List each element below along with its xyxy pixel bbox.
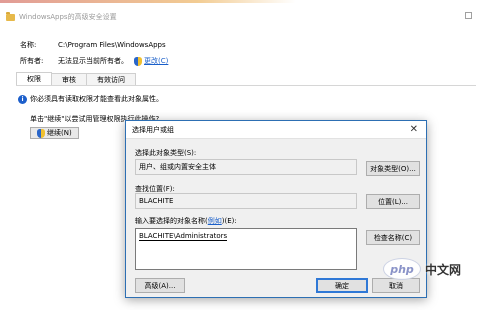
folder-icon [6,11,15,21]
check-names-button[interactable]: 检查名称(C) [366,230,420,245]
select-users-dialog: 选择用户或组 ✕ 选择此对象类型(S): 用户、组或内置安全主体 对象类型(O)… [125,120,427,298]
owner-value: 无法显示当前所有者。 [58,57,128,65]
object-types-button[interactable]: 对象类型(O)... [366,161,420,176]
name-row: 名称: C:\Program Files\WindowsApps [20,40,166,50]
ok-button[interactable]: 确定 [316,278,368,293]
maximize-icon[interactable] [465,12,472,19]
object-names-label: 输入要选择的对象名称(例如)(E): [135,216,237,226]
tab-divider [16,85,476,86]
object-type-value: 用户、组或内置安全主体 [139,163,216,171]
continue-button-label: 继续(N) [47,129,72,137]
watermark-site-text: 中文网 [425,262,462,277]
change-owner-link[interactable]: 更改(C) [144,56,168,66]
object-type-field: 用户、组或内置安全主体 [135,159,357,175]
object-type-label: 选择此对象类型(S): [135,149,197,157]
owner-row: 所有者: 无法显示当前所有者。 更改(C) [20,56,168,66]
object-names-input[interactable]: BLACHITE\Administrators [135,228,357,270]
tab-permissions[interactable]: 权限 [16,72,52,85]
tab-auditing[interactable]: 审核 [51,73,87,85]
window-title: WindowsApps的高级安全设置 [19,13,117,21]
examples-link[interactable]: 例如 [208,217,222,225]
info-message: i 你必须具有读取权限才能查看此对象属性。 [18,94,163,104]
info-icon: i [18,94,27,104]
name-label: 名称: [20,41,37,49]
uac-shield-icon [37,128,45,138]
location-field: BLACHITE [135,193,357,209]
uac-shield-icon [134,56,142,66]
php-logo: php [383,258,421,280]
object-names-value: BLACHITE\Administrators [139,232,228,241]
window-titlebar: WindowsApps的高级安全设置 [6,11,117,23]
name-value: C:\Program Files\WindowsApps [58,41,166,49]
locations-button[interactable]: 位置(L)... [366,194,420,209]
dialog-titlebar: 选择用户或组 [126,121,426,139]
dialog-title: 选择用户或组 [132,125,174,134]
continue-button[interactable]: 继续(N) [30,127,79,139]
permission-tabs: 权限 审核 有效访问 [16,72,136,85]
object-names-label-prefix: 输入要选择的对象名称( [135,217,208,225]
advanced-button[interactable]: 高级(A)... [135,278,185,293]
tab-effective-access[interactable]: 有效访问 [86,73,136,85]
owner-label: 所有者: [20,57,44,65]
close-icon[interactable]: ✕ [410,124,418,135]
change-owner-link-wrap[interactable]: 更改(C) [134,56,168,66]
info-text: 你必须具有读取权限才能查看此对象属性。 [30,95,163,103]
cancel-button[interactable]: 取消 [372,278,420,293]
location-value: BLACHITE [139,197,174,205]
php-watermark: php 中文网 [383,258,461,280]
object-names-label-suffix: )(E): [221,217,237,225]
